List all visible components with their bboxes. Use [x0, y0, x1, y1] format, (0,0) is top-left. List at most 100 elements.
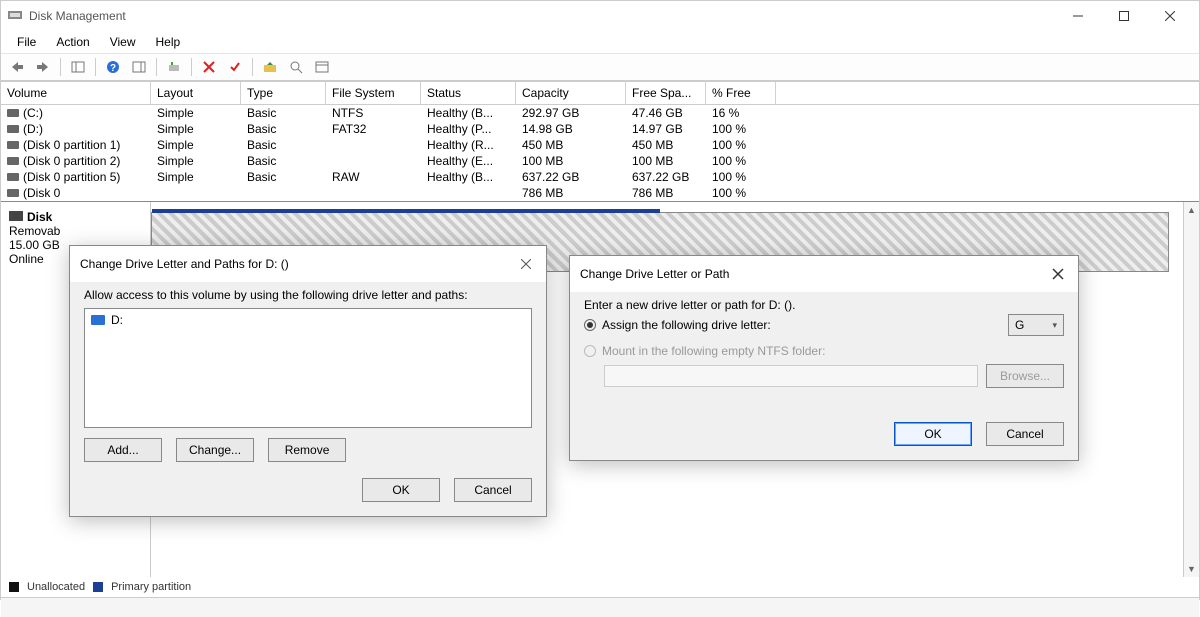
volume-filesystem: NTFS: [326, 106, 421, 120]
search-button[interactable]: [284, 56, 308, 78]
volume-name: (Disk 0 partition 1): [23, 138, 120, 152]
dialog1-titlebar: Change Drive Letter and Paths for D: (): [70, 246, 546, 282]
menu-help[interactable]: Help: [148, 33, 189, 51]
scroll-down-icon[interactable]: ▼: [1184, 561, 1199, 577]
drive-path-item[interactable]: D:: [91, 313, 525, 327]
validate-button[interactable]: [223, 56, 247, 78]
menu-view[interactable]: View: [102, 33, 144, 51]
volume-filesystem: [326, 154, 421, 168]
volume-pct-free: 100 %: [706, 186, 776, 200]
volume-icon: [7, 189, 19, 197]
volume-row[interactable]: (D:)SimpleBasicFAT32Healthy (P...14.98 G…: [1, 121, 1199, 137]
volume-pct-free: 100 %: [706, 154, 776, 168]
menubar: File Action View Help: [1, 31, 1199, 53]
volume-icon: [7, 173, 19, 181]
action-pane-button[interactable]: [127, 56, 151, 78]
volume-free: 47.46 GB: [626, 106, 706, 120]
volume-free: 100 MB: [626, 154, 706, 168]
drive-letter-value: G: [1015, 318, 1024, 332]
volume-status: Healthy (E...: [421, 154, 516, 168]
properties-button[interactable]: [310, 56, 334, 78]
disk-title: Disk: [27, 210, 52, 224]
change-drive-letter-paths-dialog: Change Drive Letter and Paths for D: () …: [69, 245, 547, 517]
assign-letter-radio[interactable]: Assign the following drive letter:: [584, 318, 771, 332]
column-free-space[interactable]: Free Spa...: [626, 82, 706, 104]
window-controls: [1055, 1, 1193, 31]
nav-forward-button[interactable]: [31, 56, 55, 78]
titlebar: Disk Management: [1, 1, 1199, 31]
scroll-up-icon[interactable]: ▲: [1184, 202, 1199, 218]
drive-icon: [91, 315, 105, 325]
volume-name: (Disk 0 partition 5): [23, 170, 120, 184]
remove-button[interactable]: Remove: [268, 438, 346, 462]
mount-folder-radio[interactable]: Mount in the following empty NTFS folder…: [584, 344, 1064, 358]
maximize-button[interactable]: [1101, 1, 1147, 31]
drive-letter-select[interactable]: G ▾: [1008, 314, 1064, 336]
dialog2-cancel-button[interactable]: Cancel: [986, 422, 1064, 446]
volume-icon: [7, 141, 19, 149]
volume-free: 450 MB: [626, 138, 706, 152]
legend-primary-label: Primary partition: [111, 581, 191, 593]
minimize-button[interactable]: [1055, 1, 1101, 31]
rescan-button[interactable]: [162, 56, 186, 78]
volume-status: Healthy (B...: [421, 106, 516, 120]
volume-row[interactable]: (Disk 0 partition 2)SimpleBasicHealthy (…: [1, 153, 1199, 169]
volume-icon: [7, 125, 19, 133]
column-capacity[interactable]: Capacity: [516, 82, 626, 104]
show-hide-tree-button[interactable]: [66, 56, 90, 78]
nav-back-button[interactable]: [5, 56, 29, 78]
partition-legend: Unallocated Primary partition: [1, 577, 1199, 597]
volume-row[interactable]: (Disk 0 partition 5)SimpleBasicRAWHealth…: [1, 169, 1199, 185]
volume-layout: Simple: [151, 138, 241, 152]
volume-layout: Simple: [151, 106, 241, 120]
volume-type: Basic: [241, 138, 326, 152]
dialog1-title: Change Drive Letter and Paths for D: (): [80, 257, 516, 271]
volume-row[interactable]: (Disk 0 partition 1) SimpleBasic Healthy (…: [1, 137, 1199, 153]
volume-capacity: 100 MB: [516, 154, 626, 168]
menu-file[interactable]: File: [9, 33, 44, 51]
column-volume[interactable]: Volume: [1, 82, 151, 104]
dialog2-close-button[interactable]: [1048, 264, 1068, 284]
drive-paths-listbox[interactable]: D:: [84, 308, 532, 428]
volume-status: [421, 186, 516, 200]
dialog1-ok-button[interactable]: OK: [362, 478, 440, 502]
volume-row[interactable]: (Disk 0786 MB786 MB100 %: [1, 185, 1199, 201]
column-type[interactable]: Type: [241, 82, 326, 104]
volume-row[interactable]: (C:)SimpleBasicNTFSHealthy (B...292.97 G…: [1, 105, 1199, 121]
folder-up-button[interactable]: [258, 56, 282, 78]
delete-button[interactable]: [197, 56, 221, 78]
volume-capacity: 450 MB: [516, 138, 626, 152]
dialog2-ok-button[interactable]: OK: [894, 422, 972, 446]
toolbar: ?: [1, 53, 1199, 81]
volume-filesystem: RAW: [326, 170, 421, 184]
statusbar: [1, 597, 1199, 617]
browse-button: Browse...: [986, 364, 1064, 388]
dialog2-title: Change Drive Letter or Path: [580, 267, 1048, 281]
legend-unallocated-swatch: [9, 582, 19, 592]
menu-action[interactable]: Action: [48, 33, 97, 51]
dialog1-cancel-button[interactable]: Cancel: [454, 478, 532, 502]
volume-type: [241, 186, 326, 200]
column-filesystem[interactable]: File System: [326, 82, 421, 104]
dialog1-close-button[interactable]: [516, 254, 536, 274]
column-status[interactable]: Status: [421, 82, 516, 104]
change-button[interactable]: Change...: [176, 438, 254, 462]
vertical-scrollbar[interactable]: ▲ ▼: [1183, 202, 1199, 577]
volume-pct-free: 100 %: [706, 122, 776, 136]
volume-pct-free: 16 %: [706, 106, 776, 120]
help-button[interactable]: ?: [101, 56, 125, 78]
volume-filesystem: [326, 138, 421, 152]
column-pct-free[interactable]: % Free: [706, 82, 776, 104]
window-title: Disk Management: [29, 9, 1055, 23]
volume-filesystem: FAT32: [326, 122, 421, 136]
volume-layout: [151, 186, 241, 200]
volume-status: Healthy (R...: [421, 138, 516, 152]
close-button[interactable]: [1147, 1, 1193, 31]
volume-type: Basic: [241, 122, 326, 136]
column-layout[interactable]: Layout: [151, 82, 241, 104]
volume-capacity: 786 MB: [516, 186, 626, 200]
toolbar-separator: [252, 58, 253, 76]
volume-type: Basic: [241, 170, 326, 184]
volume-list[interactable]: (C:)SimpleBasicNTFSHealthy (B...292.97 G…: [1, 105, 1199, 201]
add-button[interactable]: Add...: [84, 438, 162, 462]
